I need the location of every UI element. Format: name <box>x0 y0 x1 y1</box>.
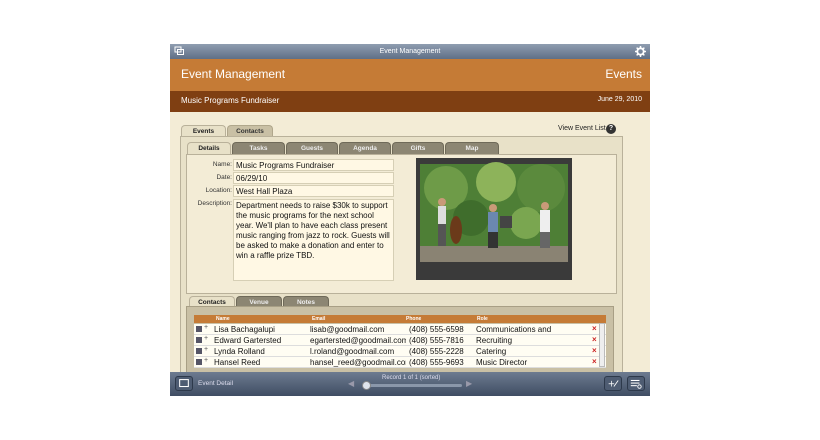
delete-icon[interactable]: × <box>592 346 597 355</box>
app-header: Event Management Events <box>170 59 650 91</box>
tab-tasks[interactable]: Tasks <box>232 142 285 154</box>
cell-role: Communications and <box>476 325 552 334</box>
description-label: Description: <box>197 200 232 207</box>
location-field[interactable]: West Hall Plaza <box>233 185 394 197</box>
cell-email: l.roland@goodmail.com <box>310 347 395 356</box>
record-status: Record 1 of 1 (sorted) <box>382 375 441 381</box>
plus-minus-icon: + <box>608 380 619 390</box>
new-record-button[interactable]: + <box>604 376 622 391</box>
delete-icon[interactable]: × <box>592 324 597 333</box>
date-label: Date: <box>216 174 232 181</box>
app-window: Event Management Event Management Events… <box>170 44 650 396</box>
contact-card-icon[interactable] <box>196 326 202 332</box>
next-record-icon[interactable]: ▶ <box>466 379 472 388</box>
add-icon[interactable]: + <box>204 357 208 364</box>
contact-card-icon[interactable] <box>196 348 202 354</box>
delete-icon[interactable]: × <box>592 357 597 366</box>
tab-agenda[interactable]: Agenda <box>339 142 391 154</box>
add-icon[interactable]: + <box>204 346 208 353</box>
table-scrollbar[interactable] <box>599 323 605 367</box>
layout-button[interactable] <box>175 376 193 391</box>
svg-text:+: + <box>608 380 615 390</box>
cell-phone: (408) 555-9693 <box>409 358 464 367</box>
cell-role: Catering <box>476 347 507 356</box>
tab-guests[interactable]: Guests <box>286 142 338 154</box>
list-menu-button[interactable] <box>627 376 645 391</box>
record-date: June 29, 2010 <box>597 96 642 103</box>
windows-icon[interactable] <box>174 46 185 56</box>
column-header-phone: Phone <box>406 316 422 322</box>
add-icon[interactable]: + <box>204 324 208 331</box>
event-photo[interactable] <box>416 158 572 280</box>
bottom-toolbar: Event Detail ◀ Record 1 of 1 (sorted) ▶ … <box>170 372 650 396</box>
cell-phone: (408) 555-6598 <box>409 325 464 334</box>
table-row[interactable]: + Lynda Rolland l.roland@goodmail.com (4… <box>194 346 606 357</box>
record-header: Music Programs Fundraiser June 29, 2010 <box>170 91 650 112</box>
view-event-list-link[interactable]: View Event List <box>558 125 606 132</box>
cell-phone: (408) 555-2228 <box>409 347 464 356</box>
column-header-role: Role <box>477 316 488 322</box>
delete-icon[interactable]: × <box>592 335 597 344</box>
cell-phone: (408) 555-7816 <box>409 336 464 345</box>
title-bar: Event Management <box>170 44 650 59</box>
table-row[interactable]: + Edward Gartersted egartersted@goodmail… <box>194 335 606 346</box>
location-label: Location: <box>205 187 232 194</box>
description-field[interactable]: Department needs to raise $30k to suppor… <box>233 199 394 281</box>
contact-card-icon[interactable] <box>196 359 202 365</box>
previous-record-icon[interactable]: ◀ <box>348 379 354 388</box>
table-row[interactable]: + Lisa Bachagalupi lisab@goodmail.com (4… <box>194 324 606 335</box>
app-title: Event Management <box>181 67 286 81</box>
column-header-email: Email <box>312 316 326 322</box>
cell-name: Lynda Rolland <box>214 347 265 356</box>
name-label: Name: <box>212 161 232 168</box>
record-slider-knob[interactable] <box>362 381 371 390</box>
layout-icon <box>179 379 189 388</box>
cell-email: egartersted@goodmail.com <box>310 336 406 345</box>
cell-email: hansel_reed@goodmail.com <box>310 358 406 367</box>
date-field[interactable]: 06/29/10 <box>233 172 394 184</box>
tab-gifts[interactable]: Gifts <box>392 142 444 154</box>
record-name: Music Programs Fundraiser <box>181 96 280 105</box>
name-field[interactable]: Music Programs Fundraiser <box>233 159 394 171</box>
gear-icon[interactable] <box>635 46 646 57</box>
help-icon[interactable]: ? <box>606 124 616 134</box>
record-slider[interactable] <box>362 384 462 387</box>
musicians-photo-image <box>416 158 572 280</box>
contact-card-icon[interactable] <box>196 337 202 343</box>
cell-name: Edward Gartersted <box>214 336 282 345</box>
cell-email: lisab@goodmail.com <box>310 325 385 334</box>
cell-name: Lisa Bachagalupi <box>214 325 275 334</box>
window-title: Event Management <box>379 48 441 55</box>
cell-role: Music Director <box>476 358 528 367</box>
cell-name: Hansel Reed <box>214 358 261 367</box>
list-icon <box>630 379 642 389</box>
column-header-name: Name <box>216 316 230 322</box>
layout-label: Event Detail <box>198 380 234 387</box>
cell-role: Recruiting <box>476 336 513 345</box>
tab-details[interactable]: Details <box>187 142 231 154</box>
section-title: Events <box>605 67 642 81</box>
add-icon[interactable]: + <box>204 335 208 342</box>
table-header: Name Email Phone Role <box>194 315 606 323</box>
table-row[interactable]: + Hansel Reed hansel_reed@goodmail.com (… <box>194 357 606 368</box>
tab-map[interactable]: Map <box>445 142 499 154</box>
